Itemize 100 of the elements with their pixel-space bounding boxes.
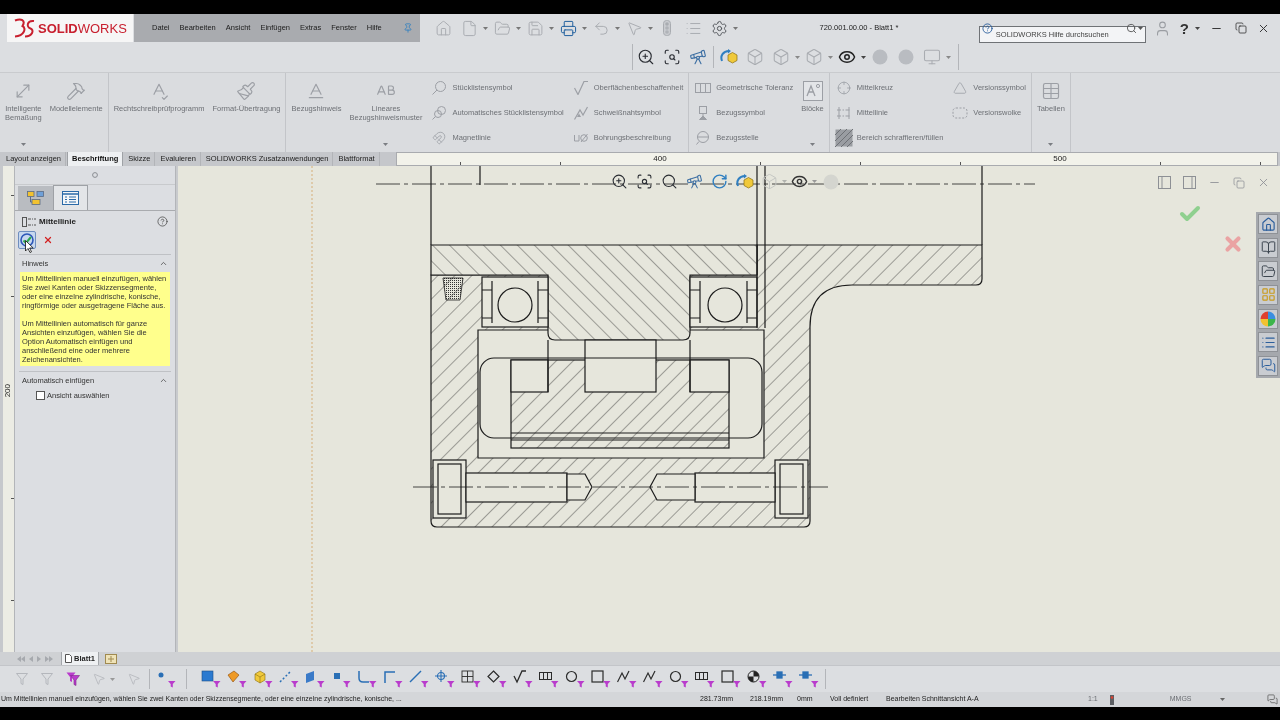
rebuild-status-icon[interactable] <box>1109 694 1114 705</box>
surface-finish-icon[interactable] <box>573 81 588 95</box>
chat-icon[interactable] <box>1260 358 1276 374</box>
telescope-icon[interactable] <box>686 173 703 190</box>
caret-icon[interactable] <box>582 26 587 30</box>
chevron-up-icon[interactable] <box>159 259 168 268</box>
diamond-filter-icon[interactable] <box>487 670 507 688</box>
dashed-line-filter-icon[interactable] <box>279 670 299 688</box>
stacked-funnel-icon[interactable] <box>66 672 80 686</box>
caret-icon[interactable] <box>1137 26 1143 30</box>
split-view-icon[interactable] <box>1183 176 1196 189</box>
box-filter-icon[interactable] <box>721 670 741 688</box>
home-icon[interactable] <box>1260 216 1276 232</box>
help-icon[interactable] <box>981 22 993 34</box>
square-filter-icon[interactable] <box>201 670 221 688</box>
circle-filter-icon[interactable] <box>669 670 689 688</box>
caret-icon[interactable] <box>861 55 866 59</box>
help-icon[interactable] <box>157 216 168 227</box>
telescope-icon[interactable] <box>689 48 707 66</box>
mouse-cursor-icon <box>25 240 34 253</box>
caret-icon[interactable] <box>516 26 521 30</box>
book-icon[interactable] <box>1260 240 1276 256</box>
circle-filter-icon[interactable] <box>565 670 585 688</box>
zoom-area-icon[interactable] <box>663 48 681 66</box>
logo-text: SOLIDWORKS <box>38 21 127 35</box>
tree-icon[interactable] <box>27 191 44 205</box>
caret-icon[interactable] <box>1219 698 1225 701</box>
traffic-light-icon[interactable] <box>663 20 671 36</box>
table-icon[interactable] <box>1040 81 1061 101</box>
panel-tab[interactable] <box>53 185 88 210</box>
dot-filter-icon[interactable] <box>156 670 176 688</box>
document-icon[interactable] <box>460 19 478 37</box>
caret-icon[interactable] <box>615 26 620 30</box>
hammer-icon[interactable] <box>66 81 87 101</box>
face-filter-icon[interactable] <box>305 670 325 688</box>
settings-icon[interactable] <box>710 19 728 37</box>
split-view-icon[interactable] <box>1158 176 1171 189</box>
logo-icon <box>13 18 35 38</box>
hole-callout-icon[interactable] <box>573 131 588 145</box>
zoom-in-icon[interactable] <box>637 48 655 66</box>
hatch-icon[interactable] <box>834 129 853 147</box>
cube-filter-icon[interactable] <box>253 670 273 688</box>
caret-icon[interactable] <box>733 26 738 30</box>
panel-tab[interactable] <box>18 186 53 210</box>
corner-filter-icon[interactable] <box>383 670 403 688</box>
chat-icon[interactable] <box>1267 694 1278 705</box>
weld-symbol-icon[interactable] <box>573 106 588 120</box>
centerline-icon[interactable] <box>836 106 851 120</box>
box-filter-icon[interactable] <box>591 670 611 688</box>
datum-target-icon[interactable] <box>696 131 711 145</box>
caret-icon[interactable] <box>648 26 653 30</box>
tolerance-frame-icon[interactable] <box>695 83 712 93</box>
frame-filter-icon[interactable] <box>695 670 715 688</box>
check-filter-icon[interactable] <box>513 670 533 688</box>
eye-icon[interactable] <box>838 48 856 66</box>
chevron-up-icon[interactable] <box>159 376 168 385</box>
add-sheet-icon[interactable] <box>104 653 117 664</box>
cube-arrow-icon[interactable] <box>735 173 754 190</box>
balloon-icon[interactable] <box>432 81 447 95</box>
restore-icon[interactable] <box>1235 22 1247 34</box>
sheet-icon[interactable] <box>65 654 72 663</box>
grid-filter-icon[interactable] <box>461 670 481 688</box>
crosshair-filter-icon[interactable] <box>435 670 455 688</box>
rotate-icon[interactable] <box>711 173 728 190</box>
balloons-icon[interactable] <box>432 106 447 120</box>
paintbrush-icon[interactable] <box>236 81 257 101</box>
cross-icon[interactable] <box>1222 233 1244 255</box>
zoom-in-icon[interactable] <box>611 173 628 190</box>
list-icon[interactable] <box>1260 334 1276 350</box>
color-ball-icon[interactable] <box>1260 310 1276 327</box>
restore-icon[interactable] <box>1233 176 1245 189</box>
weld-filter-icon[interactable] <box>643 670 663 688</box>
curve-filter-icon[interactable] <box>357 670 377 688</box>
cancel-icon[interactable] <box>43 234 53 245</box>
checkbox[interactable] <box>36 391 45 400</box>
printer-icon[interactable] <box>559 19 577 37</box>
cube-arrow-icon[interactable] <box>720 49 738 65</box>
eye-icon[interactable] <box>791 173 808 190</box>
pin-filter-icon[interactable] <box>799 670 819 688</box>
frame-filter-icon[interactable] <box>539 670 559 688</box>
caret-icon[interactable] <box>549 26 554 30</box>
line-filter-icon[interactable] <box>409 670 429 688</box>
caret-icon[interactable] <box>1195 26 1200 30</box>
search-icon[interactable] <box>1125 22 1137 34</box>
cube-icon[interactable] <box>761 173 778 190</box>
monitor-icon[interactable] <box>923 48 941 66</box>
ball-filter-icon[interactable] <box>747 670 767 688</box>
help-button[interactable]: ? <box>1179 20 1189 36</box>
weld-filter-icon[interactable] <box>617 670 637 688</box>
list-icon[interactable] <box>62 191 79 205</box>
pin-filter-icon[interactable] <box>773 670 793 688</box>
puzzle-filter-icon[interactable] <box>227 670 247 688</box>
grip-icon[interactable] <box>92 172 98 178</box>
caret-icon[interactable] <box>483 26 488 30</box>
block-icon[interactable] <box>802 81 823 101</box>
zoom-area-icon[interactable] <box>636 173 653 190</box>
crosshair-icon[interactable] <box>836 81 851 95</box>
folder-icon[interactable] <box>1260 263 1276 279</box>
small-square-filter-icon[interactable] <box>331 670 351 688</box>
magnifier-icon[interactable] <box>661 173 678 190</box>
